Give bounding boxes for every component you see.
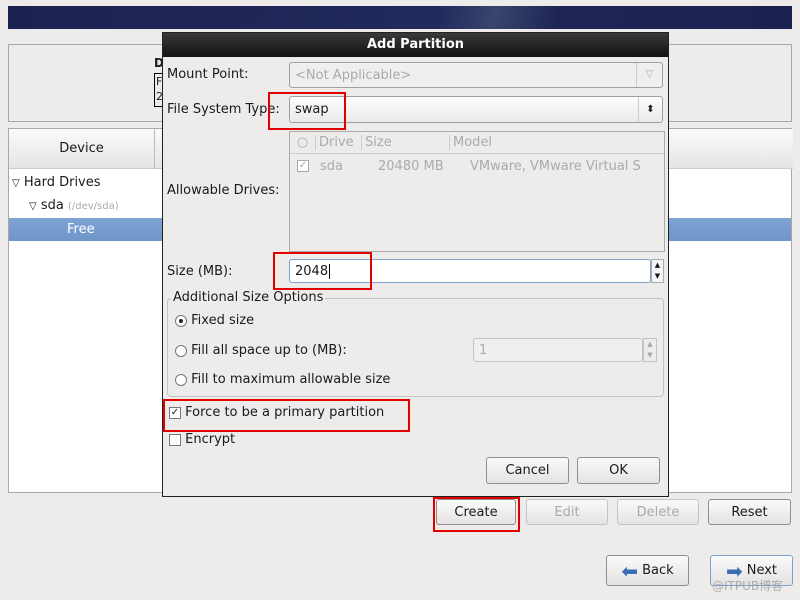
select-column-icon: ○ [290, 135, 316, 150]
highlight-box [433, 497, 520, 532]
allowable-drives-label: Allowable Drives: [167, 183, 280, 198]
highlight-box [268, 92, 346, 130]
ok-button[interactable]: OK [577, 457, 660, 484]
fs-type-label: File System Type: [167, 102, 280, 117]
additional-size-title: Additional Size Options [171, 290, 326, 305]
back-arrow-icon: ⬅ [621, 558, 639, 583]
back-button[interactable]: ⬅ Back [606, 555, 689, 586]
mount-point-label: Mount Point: [167, 67, 249, 82]
table-row[interactable]: ✓ sda 20480 MB VMware, VMware Virtual S [290, 154, 664, 178]
updown-icon: ⬍ [638, 97, 662, 122]
dialog-title: Add Partition [163, 33, 668, 57]
delete-button[interactable]: Delete [617, 499, 699, 525]
fill-up-to-input[interactable]: 1 [473, 338, 643, 362]
add-partition-dialog: Add Partition Mount Point: <Not Applicab… [162, 32, 669, 497]
highlight-box [273, 252, 372, 290]
radio-fill-max[interactable]: Fill to maximum allowable size [175, 372, 390, 387]
reset-button[interactable]: Reset [708, 499, 791, 525]
encrypt-checkbox[interactable]: Encrypt [169, 432, 235, 447]
radio-fill-up-to[interactable]: Fill all space up to (MB): [175, 343, 347, 358]
watermark: @ITPUB博客 [712, 579, 784, 593]
drive-checkbox[interactable]: ✓ [297, 160, 309, 172]
tree-item-hard-drives[interactable]: ▽ Hard Drives [12, 175, 101, 190]
size-label: Size (MB): [167, 264, 233, 279]
column-header-device[interactable]: Device [9, 129, 155, 169]
chevron-down-icon: ▽ [636, 63, 662, 87]
expander-icon[interactable]: ▽ [29, 201, 37, 212]
drives-header: ○ Drive Size Model [290, 132, 664, 154]
size-spinner[interactable]: ▲ ▼ [651, 259, 664, 283]
expander-icon[interactable]: ▽ [12, 178, 20, 189]
fill-spinner[interactable]: ▲ ▼ [643, 338, 657, 362]
drives-table: ○ Drive Size Model ✓ sda 20480 MB VMware… [289, 131, 665, 252]
top-banner [8, 6, 792, 29]
tree-item-sda[interactable]: ▽ sda (/dev/sda) [29, 198, 119, 213]
cancel-button[interactable]: Cancel [486, 457, 569, 484]
radio-fixed-size[interactable]: Fixed size [175, 313, 254, 328]
highlight-box [163, 399, 410, 432]
mount-point-combo[interactable]: <Not Applicable> ▽ [289, 62, 663, 88]
edit-button[interactable]: Edit [526, 499, 608, 525]
